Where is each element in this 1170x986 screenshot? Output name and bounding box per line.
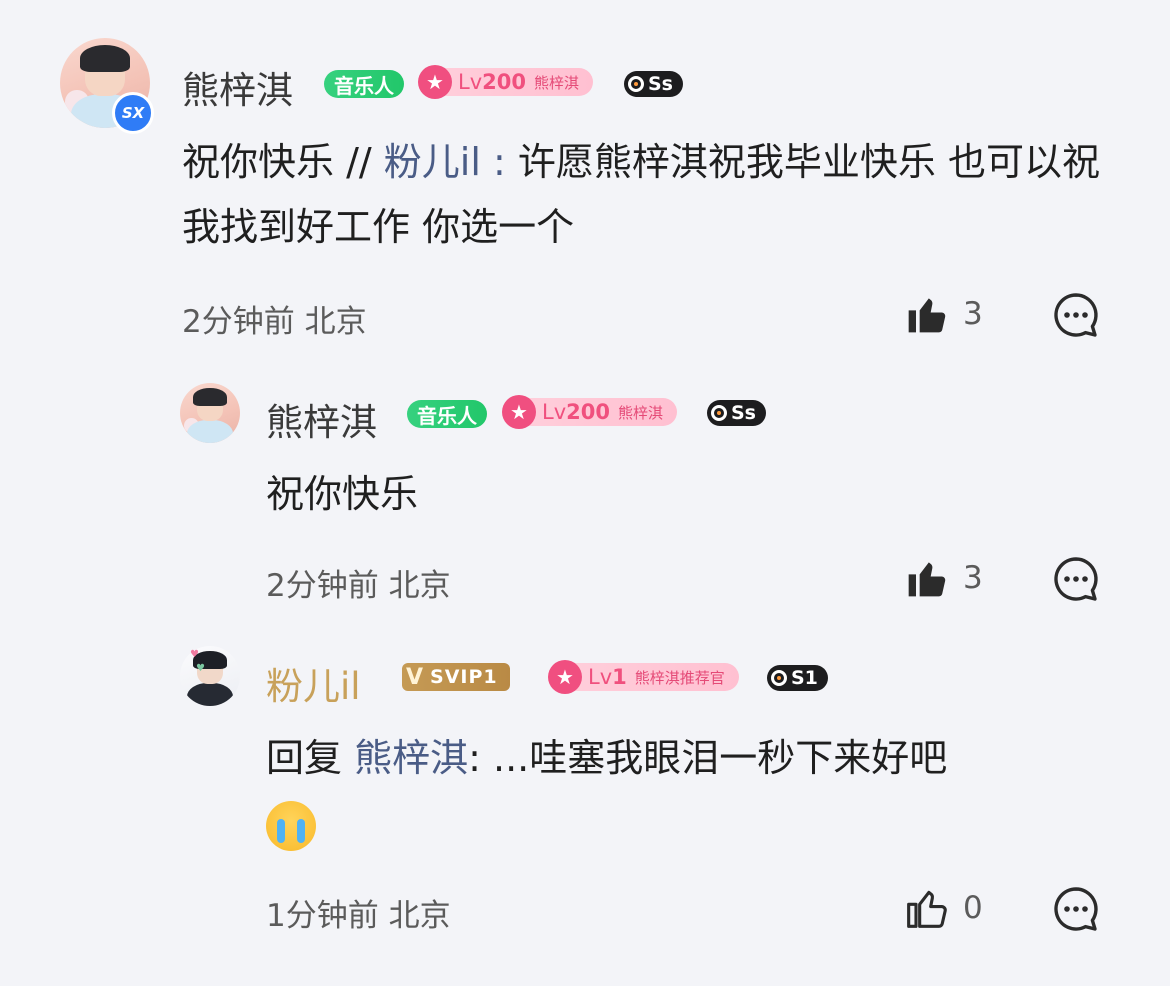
vip-v-icon: V xyxy=(406,664,425,690)
loudly-crying-face-icon xyxy=(266,800,316,851)
location: 北京 xyxy=(388,568,451,604)
like-count: 0 xyxy=(963,890,983,926)
comment-meta: 1分钟前 北京 xyxy=(266,890,451,935)
comment-text: 回复 熊梓淇: ...哇塞我眼泪一秒下来好吧 xyxy=(266,726,1126,856)
verified-badge-icon: SX xyxy=(112,92,154,134)
timestamp: 2分钟前 xyxy=(266,568,379,604)
username[interactable]: 熊梓淇 xyxy=(182,60,293,114)
fan-level-badge[interactable]: ★ Lv 200 熊梓淇 xyxy=(418,65,593,99)
comment-bubble-icon[interactable] xyxy=(1052,291,1100,339)
fan-level-badge[interactable]: ★ Lv 1 熊梓淇推荐官 xyxy=(548,660,739,694)
comment-meta: 2分钟前 北京 xyxy=(266,560,451,605)
username[interactable]: 熊梓淇 xyxy=(266,392,377,446)
star-icon: ★ xyxy=(418,65,452,99)
avatar[interactable] xyxy=(180,383,240,443)
avatar[interactable] xyxy=(180,646,240,706)
ss-badge[interactable]: Ss xyxy=(624,71,683,97)
like-count: 3 xyxy=(963,560,983,596)
ss-badge[interactable]: Ss xyxy=(707,400,766,426)
username[interactable]: 粉儿il xyxy=(266,656,361,710)
thumbs-up-outline-icon xyxy=(907,890,947,928)
star-icon: ★ xyxy=(502,395,536,429)
timestamp: 2分钟前 xyxy=(182,304,295,340)
musician-badge[interactable]: 音乐人 xyxy=(407,400,487,428)
comment-bubble-icon[interactable] xyxy=(1052,555,1100,603)
timestamp: 1分钟前 xyxy=(266,898,379,934)
quoted-username[interactable]: 粉儿il xyxy=(384,140,481,184)
comment-text: 祝你快乐 // 粉儿il : 许愿熊梓淇祝我毕业快乐 也可以祝我找到好工作 你选… xyxy=(182,140,1100,249)
thumbs-up-filled-icon xyxy=(908,298,946,333)
ss-badge[interactable]: S1 xyxy=(767,665,828,691)
fan-level-badge[interactable]: ★ Lv 200 熊梓淇 xyxy=(502,395,677,429)
star-icon: ★ xyxy=(548,660,582,694)
comment-bubble-icon[interactable] xyxy=(1052,885,1100,933)
heart-decoration-icon: ♥ xyxy=(190,649,199,660)
reply-to-username[interactable]: 熊梓淇 xyxy=(354,736,468,780)
comment-text: 祝你快乐 xyxy=(266,472,419,516)
like-button[interactable]: 3 xyxy=(905,292,983,336)
svip-badge[interactable]: V SVIP1 xyxy=(402,663,510,691)
like-count: 3 xyxy=(963,296,983,332)
musician-badge[interactable]: 音乐人 xyxy=(324,70,404,98)
heart-decoration-icon: ♥ xyxy=(196,663,205,674)
thumbs-up-filled-icon xyxy=(908,562,946,597)
like-button[interactable]: 3 xyxy=(905,556,983,600)
like-button[interactable]: 0 xyxy=(905,886,983,930)
location: 北京 xyxy=(304,304,367,340)
location: 北京 xyxy=(388,898,451,934)
comment-meta: 2分钟前 北京 xyxy=(182,296,367,341)
